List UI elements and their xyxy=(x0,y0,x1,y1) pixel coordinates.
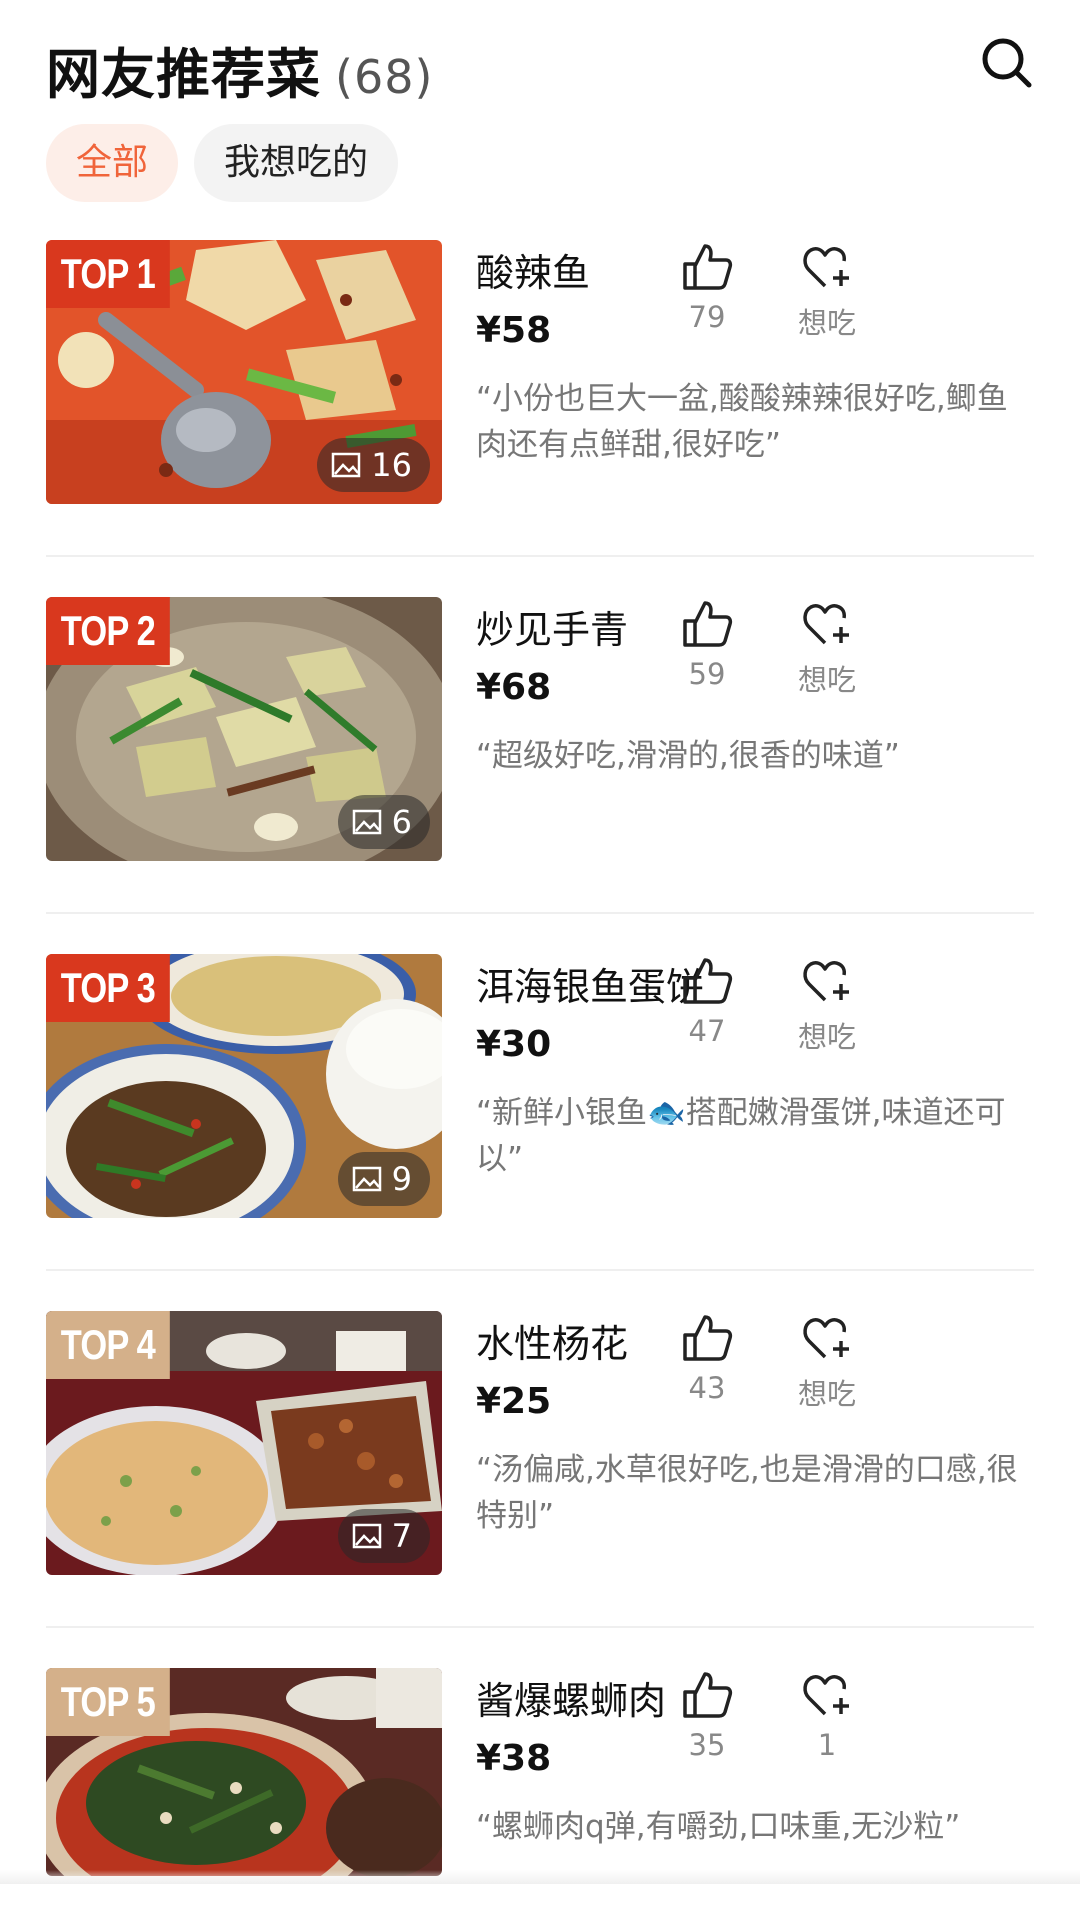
dish-item[interactable]: TOP 1 16 酸辣鱼 ¥58 “小份也巨大一盆,酸酸辣辣很好吃,鲫鱼肉还有点… xyxy=(46,240,1034,504)
filter-all[interactable]: 全部 xyxy=(46,124,179,202)
divider xyxy=(46,1269,1034,1271)
dish-price: ¥68 xyxy=(476,667,552,708)
dish-price: ¥30 xyxy=(476,1024,552,1065)
filter-tabs: 全部 我想吃的 xyxy=(46,124,399,202)
heart-plus-icon xyxy=(803,961,849,1002)
thumbs-up-icon xyxy=(683,1315,733,1361)
dish-photo[interactable]: TOP 5 xyxy=(46,1668,442,1876)
want-to-eat-count: 1 xyxy=(817,1728,837,1762)
image-icon xyxy=(352,1166,381,1192)
thumbs-up-icon xyxy=(683,1672,733,1718)
rank-badge: TOP 5 xyxy=(46,1668,170,1736)
page-title-text: 网友推荐菜 xyxy=(46,43,321,106)
heart-plus-icon xyxy=(803,247,849,288)
bottom-edge xyxy=(0,1870,1080,1884)
photo-count: 7 xyxy=(391,1517,412,1555)
rank-badge: TOP 1 xyxy=(46,240,170,308)
dish-price: ¥58 xyxy=(476,310,552,351)
like-button[interactable]: 35 xyxy=(662,1670,752,1762)
dish-photo[interactable]: TOP 3 9 xyxy=(46,954,442,1218)
recommend-count: (68) xyxy=(335,50,434,104)
divider xyxy=(46,555,1034,557)
photo-count: 9 xyxy=(391,1160,412,1198)
dish-item[interactable]: TOP 3 9 洱海银鱼蛋饼 ¥30 “新鲜小银鱼🐟搭配嫩滑蛋饼,味道还可以” … xyxy=(46,954,1034,1218)
heart-plus-icon xyxy=(803,604,849,645)
page-header: 网友推荐菜 (68) xyxy=(46,28,1034,106)
rank-badge: TOP 2 xyxy=(46,597,170,665)
like-count: 35 xyxy=(688,1728,726,1762)
filter-want-to-eat[interactable]: 我想吃的 xyxy=(194,124,399,202)
photo-count-badge: 9 xyxy=(337,1152,430,1206)
dish-item[interactable]: TOP 5 酱爆螺蛳肉 ¥38 “螺蛳肉q弹,有嚼劲,口味重,无沙粒” 35 1 xyxy=(46,1668,1034,1932)
like-button[interactable]: 47 xyxy=(662,956,752,1048)
want-to-eat-button[interactable]: 想吃 xyxy=(782,1313,872,1413)
want-to-eat-button[interactable]: 想吃 xyxy=(782,242,872,342)
want-to-eat-label: 想吃 xyxy=(797,306,856,340)
dish-photo[interactable]: TOP 4 7 xyxy=(46,1311,442,1575)
dish-item[interactable]: TOP 2 6 炒见手青 ¥68 “超级好吃,滑滑的,很香的味道” 59 想吃 xyxy=(46,597,1034,861)
rank-badge: TOP 3 xyxy=(46,954,170,1022)
dish-photo[interactable]: TOP 2 6 xyxy=(46,597,442,861)
want-to-eat-button[interactable]: 想吃 xyxy=(782,956,872,1056)
dish-review-quote: “汤偏咸,水草很好吃,也是滑滑的口感,很特别” xyxy=(476,1452,1018,1534)
want-to-eat-button[interactable]: 想吃 xyxy=(782,599,872,699)
thumbs-up-icon xyxy=(683,958,733,1004)
search-icon xyxy=(982,38,1032,88)
like-count: 59 xyxy=(688,657,726,691)
page-title: 网友推荐菜 (68) xyxy=(46,30,433,109)
thumbs-up-icon xyxy=(683,244,733,290)
want-to-eat-label: 想吃 xyxy=(797,663,856,697)
photo-count-badge: 16 xyxy=(317,438,430,492)
divider xyxy=(46,1626,1034,1628)
dish-review-quote: “新鲜小银鱼🐟搭配嫩滑蛋饼,味道还可以” xyxy=(476,1095,1006,1177)
like-count: 43 xyxy=(688,1371,726,1405)
dish-item[interactable]: TOP 4 7 水性杨花 ¥25 “汤偏咸,水草很好吃,也是滑滑的口感,很特别”… xyxy=(46,1311,1034,1575)
photo-count: 6 xyxy=(391,803,412,841)
image-icon xyxy=(332,452,361,478)
search-button[interactable] xyxy=(978,34,1034,90)
want-to-eat-label: 想吃 xyxy=(797,1377,856,1411)
like-count: 79 xyxy=(688,300,726,334)
divider xyxy=(46,912,1034,914)
like-button[interactable]: 79 xyxy=(662,242,752,334)
dish-review-quote: “超级好吃,滑滑的,很香的味道” xyxy=(476,738,900,774)
image-icon xyxy=(352,809,381,835)
dish-review-quote: “小份也巨大一盆,酸酸辣辣很好吃,鲫鱼肉还有点鲜甜,很好吃” xyxy=(476,381,1008,463)
photo-count-badge: 6 xyxy=(337,795,430,849)
dish-photo[interactable]: TOP 1 16 xyxy=(46,240,442,504)
dish-price: ¥38 xyxy=(476,1738,552,1779)
want-to-eat-button[interactable]: 1 xyxy=(782,1670,872,1762)
like-button[interactable]: 59 xyxy=(662,599,752,691)
like-button[interactable]: 43 xyxy=(662,1313,752,1405)
dish-name[interactable]: 酱爆螺蛳肉 xyxy=(476,1670,666,1725)
dish-review-quote: “螺蛳肉q弹,有嚼劲,口味重,无沙粒” xyxy=(476,1809,961,1845)
heart-plus-icon xyxy=(803,1675,849,1716)
photo-count-badge: 7 xyxy=(337,1509,430,1563)
heart-plus-icon xyxy=(803,1318,849,1359)
dish-name[interactable]: 炒见手青 xyxy=(476,599,628,654)
dish-price: ¥25 xyxy=(476,1381,552,1422)
image-icon xyxy=(352,1523,381,1549)
dish-name[interactable]: 酸辣鱼 xyxy=(476,242,590,297)
rank-badge: TOP 4 xyxy=(46,1311,170,1379)
like-count: 47 xyxy=(688,1014,726,1048)
want-to-eat-label: 想吃 xyxy=(797,1020,856,1054)
photo-count: 16 xyxy=(371,446,412,484)
thumbs-up-icon xyxy=(683,601,733,647)
dish-name[interactable]: 水性杨花 xyxy=(476,1313,628,1368)
